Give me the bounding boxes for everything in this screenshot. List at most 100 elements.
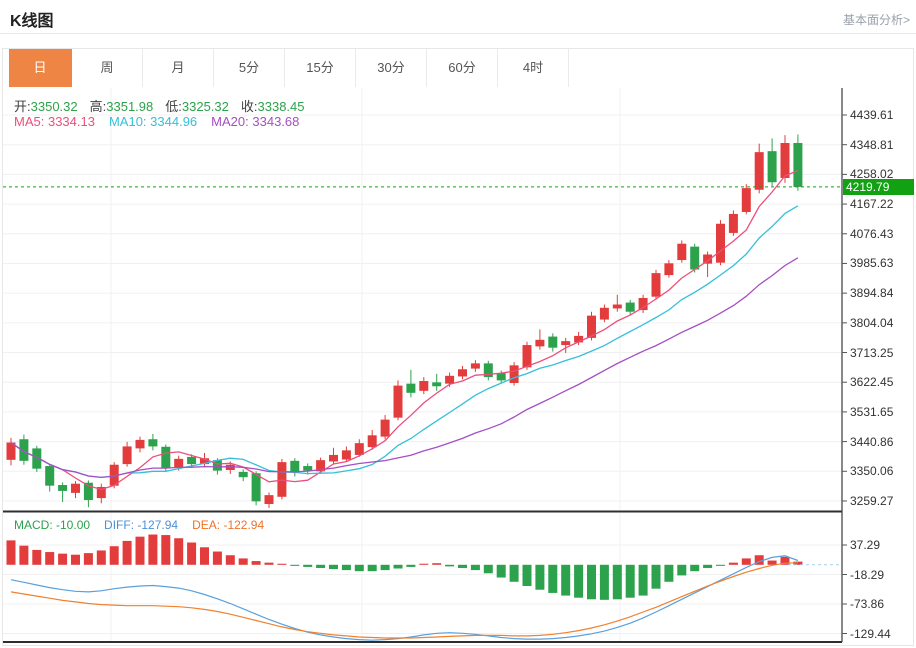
macd-bar — [768, 561, 777, 565]
price-axis-label: 3804.04 — [850, 316, 893, 330]
candle-body — [394, 386, 403, 418]
diff-legend: DIFF: -127.94 — [104, 518, 178, 532]
price-axis-label: 4167.22 — [850, 197, 893, 211]
candle-body — [497, 373, 506, 380]
macd-bar — [368, 565, 377, 571]
tab-30min[interactable]: 30分 — [356, 49, 427, 87]
ohlc-info-row: 开:3350.32高:3351.98低:3325.32收:3338.45 — [14, 96, 317, 115]
candle-body — [755, 152, 764, 190]
macd-info-row: MACD: -10.00 DIFF: -127.94 DEA: -122.94 — [14, 518, 264, 532]
tab-15min[interactable]: 15分 — [285, 49, 356, 87]
candle-body — [136, 440, 145, 449]
high-value: 3351.98 — [106, 99, 153, 114]
candle-body — [729, 214, 738, 233]
candle-body — [510, 365, 519, 383]
macd-bar — [136, 537, 145, 565]
macd-bar — [548, 565, 557, 593]
macd-bar — [213, 552, 222, 565]
macd-bar — [342, 565, 351, 570]
ma5-legend: MA5: 3334.13 — [14, 114, 95, 129]
macd-legend: MACD: -10.00 — [14, 518, 90, 532]
candle-body — [174, 459, 183, 468]
macd-bar — [187, 543, 196, 565]
macd-bar — [419, 564, 428, 565]
tab-4hour[interactable]: 4时 — [498, 49, 569, 87]
price-axis-label: 3350.06 — [850, 464, 893, 478]
macd-axis-label: -73.86 — [850, 597, 884, 611]
macd-bar — [677, 565, 686, 576]
macd-bar — [613, 565, 622, 599]
candle-body — [690, 247, 699, 270]
macd-bar — [58, 554, 67, 565]
macd-bar — [535, 565, 544, 590]
macd-bar — [690, 565, 699, 571]
candle-body — [600, 308, 609, 320]
price-axis-label: 3985.63 — [850, 256, 893, 270]
price-axis-label: 3259.27 — [850, 494, 893, 508]
macd-bar — [316, 565, 325, 568]
macd-bar — [290, 565, 299, 566]
macd-bar — [471, 565, 480, 570]
candle-body — [406, 384, 415, 393]
macd-bar — [200, 547, 209, 565]
candle-body — [148, 439, 157, 446]
candle-body — [742, 188, 751, 212]
candle-body — [368, 435, 377, 447]
candle-body — [123, 446, 132, 464]
dea-legend: DEA: -122.94 — [192, 518, 264, 532]
price-axis-label: 4076.43 — [850, 227, 893, 241]
macd-bar — [561, 565, 570, 596]
macd-bar — [226, 555, 235, 565]
macd-bar — [110, 546, 119, 565]
macd-bar — [587, 565, 596, 599]
high-label: 高: — [90, 99, 107, 114]
tab-week[interactable]: 周 — [72, 49, 143, 87]
macd-bar — [7, 540, 16, 564]
candle-body — [303, 466, 312, 471]
macd-bar — [510, 565, 519, 582]
candle-body — [342, 450, 351, 459]
tab-month[interactable]: 月 — [143, 49, 214, 87]
macd-bar — [239, 558, 248, 564]
macd-axis-label: -129.44 — [850, 627, 891, 641]
macd-bar — [626, 565, 635, 598]
macd-bar — [664, 565, 673, 582]
candle-body — [419, 381, 428, 391]
candle-body — [548, 337, 557, 348]
candle-body — [793, 143, 802, 187]
macd-bar — [394, 565, 403, 569]
macd-axis-label: 37.29 — [850, 538, 880, 552]
candle-body — [290, 461, 299, 472]
tab-day[interactable]: 日 — [9, 49, 72, 87]
price-axis-label: 3713.25 — [850, 346, 893, 360]
candle-body — [639, 298, 648, 310]
macd-bar — [381, 565, 390, 570]
macd-bar — [729, 563, 738, 565]
macd-axis-label: -18.29 — [850, 568, 884, 582]
close-label: 收: — [241, 99, 258, 114]
ma-info-row: MA5: 3334.13MA10: 3344.96MA20: 3343.68 — [14, 114, 299, 129]
candle-body — [664, 263, 673, 275]
macd-bar — [355, 565, 364, 571]
candle-body — [265, 495, 274, 504]
macd-bar — [148, 535, 157, 565]
candle-body — [58, 485, 67, 491]
tab-60min[interactable]: 60分 — [427, 49, 498, 87]
macd-bar — [639, 565, 648, 596]
macd-bar — [497, 565, 506, 578]
macd-bar — [174, 538, 183, 565]
tab-5min[interactable]: 5分 — [214, 49, 285, 87]
candle-body — [535, 340, 544, 347]
macd-bar — [252, 561, 261, 565]
macd-bar — [458, 565, 467, 568]
candle-body — [613, 305, 622, 309]
candle-body — [626, 303, 635, 312]
macd-bar — [703, 565, 712, 568]
candle-body — [239, 472, 248, 477]
candle-body — [471, 363, 480, 368]
candle-body — [355, 443, 364, 455]
candle-body — [432, 382, 441, 386]
macd-bar — [84, 553, 93, 565]
candle-body — [45, 466, 54, 486]
price-axis-label: 3894.84 — [850, 286, 893, 300]
